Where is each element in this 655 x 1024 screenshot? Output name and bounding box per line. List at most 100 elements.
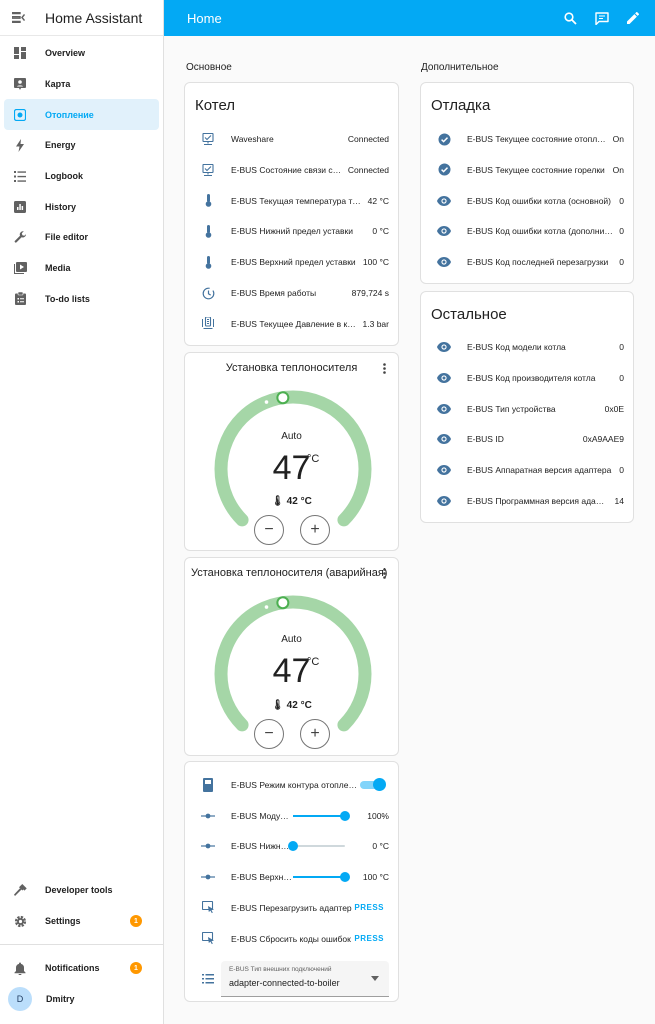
- slider-knob[interactable]: [288, 841, 298, 852]
- sidebar-item-settings[interactable]: Settings 1: [4, 906, 159, 937]
- entity-row[interactable]: E-BUS Аппаратная версия адаптера 0: [421, 455, 633, 485]
- current-temperature-marker: [264, 605, 269, 609]
- slider-fill: [293, 876, 345, 879]
- increase-temperature-button[interactable]: +: [300, 515, 330, 545]
- slider-knob[interactable]: [340, 810, 350, 821]
- sidebar-item-logbook[interactable]: Logbook: [4, 161, 159, 192]
- thermometer-icon: [200, 255, 216, 269]
- heating-icon: [7, 102, 33, 128]
- entity-state: 100%: [367, 810, 389, 821]
- more-options-button[interactable]: [380, 566, 388, 580]
- plus-icon: +: [310, 521, 320, 538]
- entity-row[interactable]: E-BUS Время работы 879,724 s: [185, 278, 398, 308]
- entity-name: E-BUS Тип устройства: [467, 403, 556, 414]
- entity-row[interactable]: E-BUS Код ошибки котла (дополнительный) 0: [421, 216, 633, 246]
- control-row[interactable]: E-BUS Сбросить коды ошибок PRESS: [185, 924, 398, 954]
- dial-handle[interactable]: [276, 596, 290, 610]
- sidebar-item-heating[interactable]: Отопление: [4, 99, 159, 131]
- eye-icon: [436, 195, 452, 206]
- slider[interactable]: [288, 841, 345, 852]
- entity-row[interactable]: E-BUS Тип устройства 0x0E: [421, 394, 633, 424]
- sidebar-item-label: Settings: [45, 916, 81, 927]
- eye-icon: [436, 465, 452, 476]
- sidebar-item-media[interactable]: Media: [4, 253, 159, 284]
- external-connection-type-select[interactable]: E-BUS Тип внешних подключений adapter-co…: [221, 961, 389, 997]
- column-title: Дополнительное: [421, 62, 499, 73]
- sidebar-item-energy[interactable]: Energy: [4, 130, 159, 161]
- check-circle-icon: [436, 133, 452, 146]
- sidebar-item-label: History: [45, 201, 77, 212]
- entity-name: E-BUS Текущее состояние отопления: [467, 134, 607, 144]
- dots-vertical-icon: [382, 362, 386, 374]
- restart-button-icon: [200, 932, 216, 945]
- select-label: E-BUS Тип внешних подключений: [229, 966, 332, 973]
- search-icon: [564, 11, 577, 25]
- entity-state: 100 °C: [362, 872, 389, 883]
- control-row[interactable]: E-BUS Перезагрузить адаптер PRESS: [185, 893, 398, 923]
- menu-toggle-button[interactable]: [0, 0, 36, 36]
- sidebar-item-file-editor[interactable]: File editor: [4, 222, 159, 253]
- sidebar-item-overview[interactable]: Overview: [4, 38, 159, 69]
- entity-row[interactable]: E-BUS ID 0xA9AAE9: [421, 424, 633, 454]
- entity-row[interactable]: E-BUS Состояние связи с котлом Connected: [185, 155, 398, 185]
- minus-icon: −: [264, 521, 274, 538]
- sidebar-item-todo[interactable]: To-do lists: [4, 284, 159, 315]
- decrease-temperature-button[interactable]: −: [254, 719, 284, 749]
- entity-row[interactable]: E-BUS Код ошибки котла (основной) 0: [421, 186, 633, 216]
- entity-state: On: [612, 164, 624, 175]
- dial-handle[interactable]: [276, 391, 290, 405]
- entity-state: On: [612, 134, 624, 144]
- eye-icon: [436, 226, 452, 237]
- slider-knob[interactable]: [340, 872, 350, 883]
- entity-name: E-BUS Перезагрузить адаптер: [231, 902, 352, 913]
- slider[interactable]: [293, 810, 350, 821]
- edit-dashboard-button[interactable]: [617, 0, 648, 36]
- assist-button[interactable]: [586, 0, 617, 36]
- column-title: Основное: [186, 62, 232, 73]
- slider-track: [288, 841, 345, 852]
- sidebar-item-label: Energy: [45, 140, 76, 151]
- toggle-switch[interactable]: [360, 778, 386, 791]
- card-title: Котел: [195, 97, 236, 114]
- thermometer-icon: [200, 194, 216, 207]
- sidebar-item-user[interactable]: D Dmitry: [4, 984, 159, 1015]
- thermostat-title: Установка теплоносителя (аварийная): [191, 567, 388, 579]
- column-main-title: Основное: [186, 62, 232, 80]
- sidebar-footer: Notifications 1 D Dmitry: [0, 953, 163, 1014]
- sidebar-item-label: Overview: [45, 48, 86, 59]
- sidebar-item-map[interactable]: Карта: [4, 69, 159, 100]
- radiator-mode-icon: [200, 778, 216, 792]
- sidebar-item-notifications[interactable]: Notifications 1: [4, 953, 159, 984]
- pressure-icon: [200, 317, 216, 330]
- press-button[interactable]: PRESS: [354, 934, 384, 943]
- slider[interactable]: [293, 872, 350, 883]
- entity-state: 0: [619, 257, 624, 268]
- bell-icon: [7, 955, 33, 981]
- entity-row[interactable]: E-BUS Код модели котла 0: [421, 332, 633, 362]
- sidebar-item-developer-tools[interactable]: Developer tools: [4, 875, 159, 906]
- entity-row[interactable]: Waveshare Connected: [185, 124, 398, 154]
- entity-row[interactable]: E-BUS Текущая температура теплоносителя 4…: [185, 186, 398, 216]
- entity-row[interactable]: E-BUS Текущее Давление в контуре 1.3 bar: [185, 309, 398, 339]
- decrease-temperature-button[interactable]: −: [254, 515, 284, 545]
- search-button[interactable]: [555, 0, 586, 36]
- entity-state: 0 °C: [372, 841, 389, 852]
- more-options-button[interactable]: [380, 361, 388, 375]
- entity-row[interactable]: E-BUS Верхний предел уставки 100 °C: [185, 247, 398, 277]
- slider-icon: [200, 874, 216, 880]
- entity-row[interactable]: E-BUS Нижний предел уставки 0 °C: [185, 216, 398, 246]
- entity-row[interactable]: E-BUS Код последней перезагрузки 0: [421, 247, 633, 277]
- press-button[interactable]: PRESS: [354, 903, 384, 912]
- entity-row[interactable]: E-BUS Программная версия адаптера 14: [421, 486, 633, 516]
- sidebar-item-history[interactable]: History: [4, 191, 159, 222]
- entity-row[interactable]: E-BUS Текущее состояние горелки On: [421, 155, 633, 185]
- entity-row[interactable]: E-BUS Текущее состояние отопления On: [421, 124, 633, 154]
- hammer-icon: [7, 877, 33, 903]
- page-title: Home: [187, 10, 222, 26]
- entity-name: E-BUS Код модели котла: [467, 342, 566, 352]
- control-row[interactable]: E-BUS Режим контура отопления: [185, 770, 398, 800]
- increase-temperature-button[interactable]: +: [300, 719, 330, 749]
- entity-row[interactable]: E-BUS Код производителя котла 0: [421, 363, 633, 393]
- entity-name: E-BUS Режим контура отопления: [231, 780, 360, 790]
- clock-icon: [200, 287, 216, 300]
